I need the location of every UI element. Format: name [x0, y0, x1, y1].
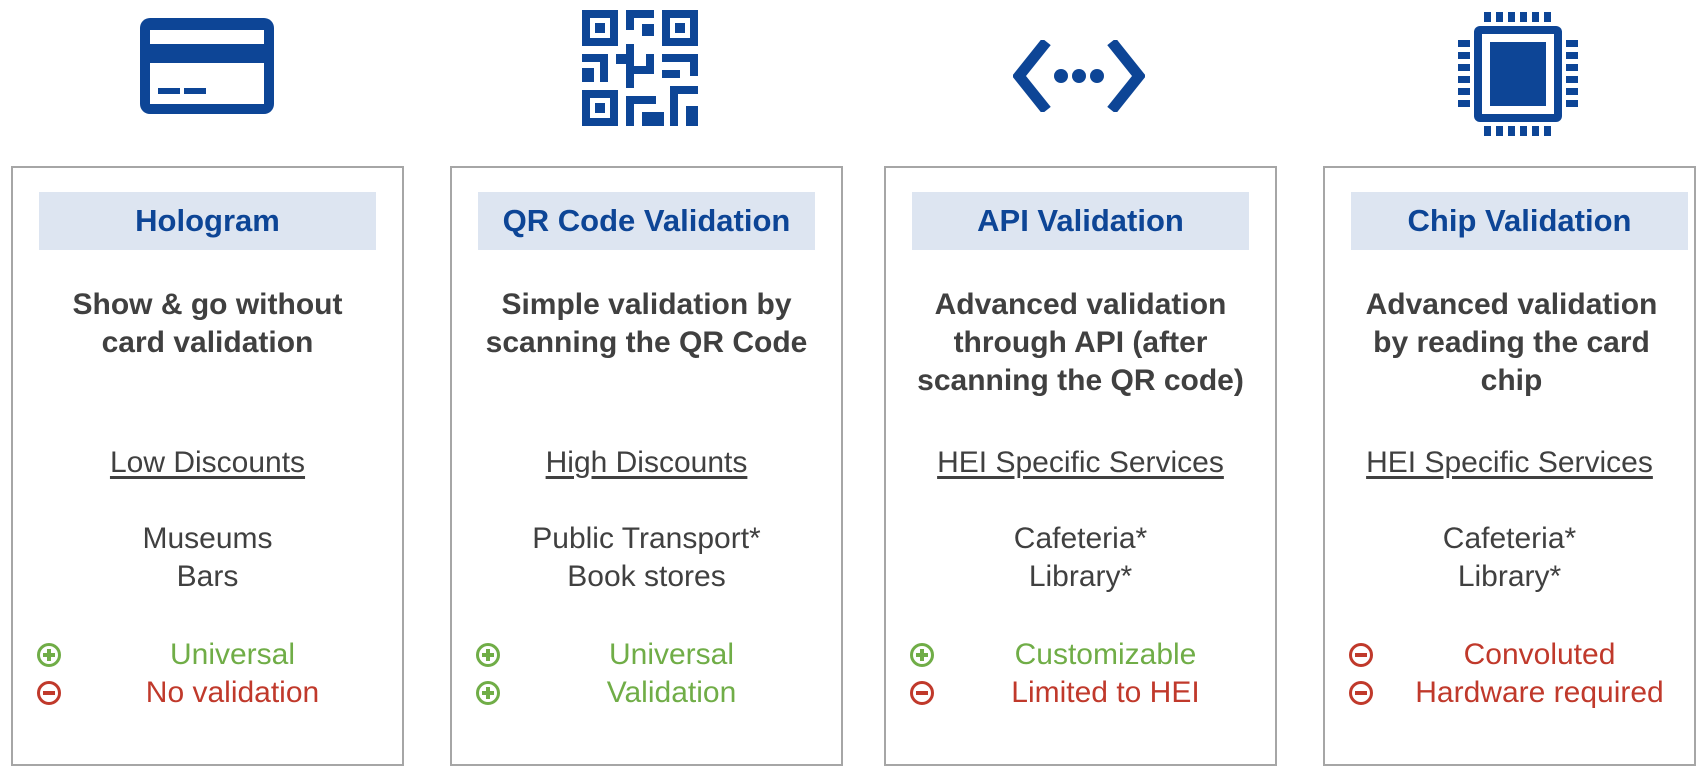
con-item: No validation	[13, 674, 402, 712]
qr-code-icon	[582, 10, 698, 126]
con-item: Limited to HEI	[886, 674, 1275, 712]
credit-card-icon	[140, 18, 274, 114]
pros-cons-list: Customizable Limited to HEI	[886, 636, 1275, 712]
card-qr-code-validation: QR Code Validation Simple validation by …	[450, 166, 843, 766]
card-api-validation: API Validation Advanced validation throu…	[884, 166, 1277, 766]
card-examples: Cafeteria* Library*	[1013, 522, 1148, 593]
minus-circle-icon	[37, 681, 61, 705]
card-chip-validation: Chip Validation Advanced validation by r…	[1323, 166, 1696, 766]
con-item: Hardware required	[1325, 674, 1694, 712]
card-examples: Museums Bars	[142, 522, 273, 593]
card-category: High Discounts	[545, 446, 748, 479]
plus-circle-icon	[37, 643, 61, 667]
card-description: Advanced validation by reading the card …	[1365, 288, 1658, 397]
minus-circle-icon	[1349, 681, 1373, 705]
con-item: Convoluted	[1325, 636, 1694, 674]
minus-circle-icon	[1349, 643, 1373, 667]
pros-cons-list: Universal No validation	[13, 636, 402, 712]
api-code-icon	[1013, 40, 1145, 112]
plus-circle-icon	[476, 643, 500, 667]
chip-icon	[1458, 12, 1578, 136]
card-hologram: Hologram Show & go without card validati…	[11, 166, 404, 766]
pro-item: Customizable	[886, 636, 1275, 674]
minus-circle-icon	[910, 681, 934, 705]
card-title: Chip Validation	[1351, 192, 1688, 250]
card-category: Low Discounts	[109, 446, 306, 479]
card-title: API Validation	[912, 192, 1249, 250]
card-description: Advanced validation through API (after s…	[917, 288, 1244, 397]
card-examples: Public Transport* Book stores	[532, 522, 761, 593]
pro-item: Universal	[452, 636, 841, 674]
card-examples: Cafeteria* Library*	[1442, 522, 1577, 593]
plus-circle-icon	[476, 681, 500, 705]
card-category: HEI Specific Services	[937, 446, 1224, 479]
card-description: Show & go without card validation	[72, 288, 343, 359]
card-title: Hologram	[39, 192, 376, 250]
plus-circle-icon	[910, 643, 934, 667]
card-category: HEI Specific Services	[1366, 446, 1653, 479]
pro-item: Validation	[452, 674, 841, 712]
card-description: Simple validation by scanning the QR Cod…	[485, 288, 808, 359]
pros-cons-list: Convoluted Hardware required	[1325, 636, 1694, 712]
card-title: QR Code Validation	[478, 192, 815, 250]
pro-item: Universal	[13, 636, 402, 674]
pros-cons-list: Universal Validation	[452, 636, 841, 712]
